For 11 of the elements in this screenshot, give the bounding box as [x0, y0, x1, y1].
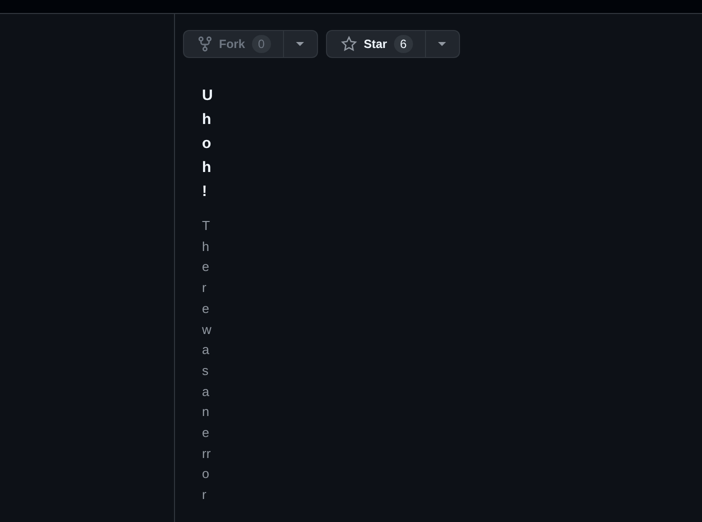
dropdown-button[interactable]: [426, 30, 460, 58]
caret-icon: [438, 42, 446, 46]
count-badge: 0: [252, 35, 271, 53]
error-message: There was an error: [202, 217, 212, 504]
dropdown-button[interactable]: [284, 30, 318, 58]
caret-icon: [296, 42, 304, 46]
star-button[interactable]: Star 6: [326, 30, 426, 58]
error-title: Uh oh!: [202, 86, 213, 202]
count-badge: 6: [394, 35, 413, 53]
fork-icon: [198, 36, 212, 52]
star-icon: [340, 36, 357, 52]
